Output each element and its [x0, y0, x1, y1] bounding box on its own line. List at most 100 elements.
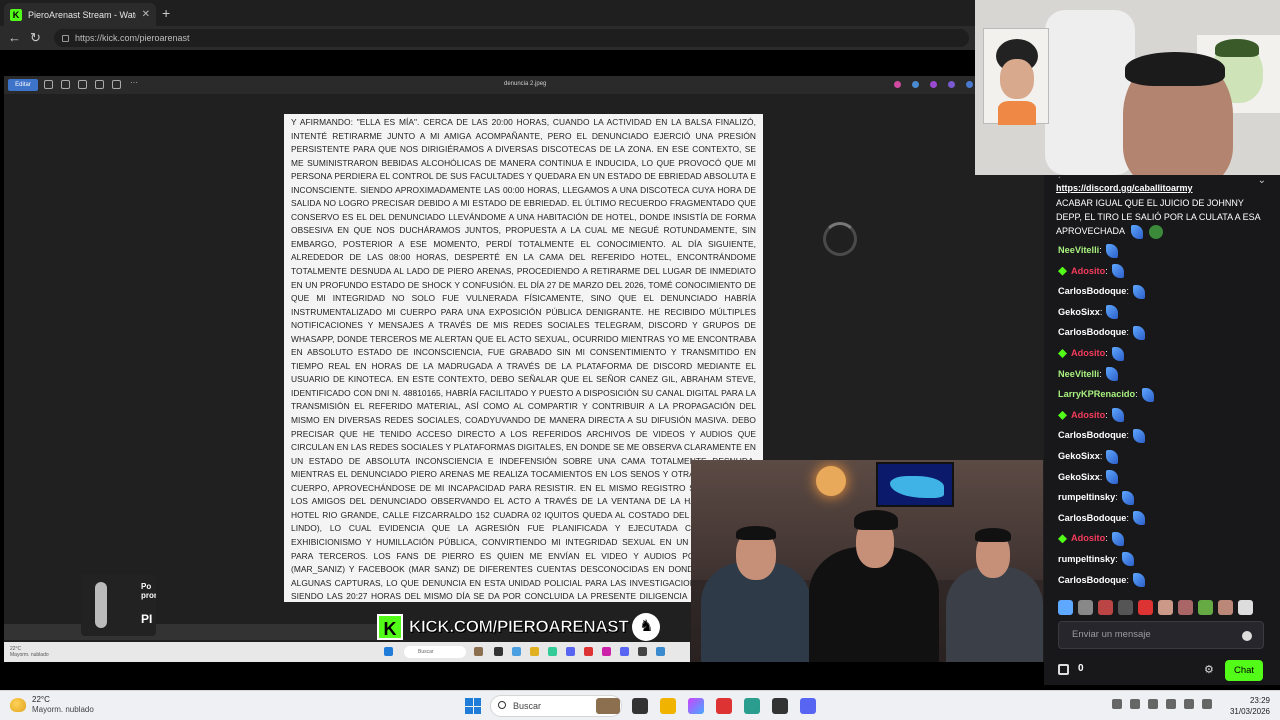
emote-icon[interactable]: [1218, 600, 1233, 615]
emoji-picker-icon[interactable]: [1242, 631, 1252, 641]
gear-icon[interactable]: ⚙: [1204, 663, 1214, 676]
emote-icon[interactable]: [1098, 600, 1113, 615]
url-field[interactable]: https://kick.com/pieroarenast: [54, 29, 969, 47]
edit-tool-icon[interactable]: [912, 81, 919, 88]
info-icon[interactable]: [112, 80, 121, 89]
emote-icon: [1132, 573, 1145, 588]
edge-icon[interactable]: [744, 698, 760, 714]
chevron-up-icon[interactable]: [1112, 699, 1122, 709]
share-icon[interactable]: [95, 80, 104, 89]
chat-username[interactable]: CarlosBodoque: [1058, 430, 1126, 440]
clock[interactable]: 23:29 31/03/2026: [1230, 695, 1270, 717]
chat-username[interactable]: LarryKPRenacido: [1058, 389, 1135, 399]
app-icon[interactable]: [772, 698, 788, 714]
rotate-icon[interactable]: [44, 80, 53, 89]
scroll-icon: [95, 582, 107, 628]
new-tab-button[interactable]: +: [162, 5, 170, 21]
emote-icon[interactable]: [1238, 600, 1253, 615]
emote-icon: [1121, 490, 1134, 505]
weather-widget[interactable]: 22°C Mayorm. nublado: [10, 695, 94, 715]
clock-time: 23:29: [1249, 696, 1270, 705]
chat-username[interactable]: GekoSixx: [1058, 451, 1100, 461]
chat-message: rumpeltinsky:: [1058, 487, 1270, 508]
emote-icon[interactable]: [1158, 600, 1173, 615]
subscriber-badge-icon: [1058, 266, 1067, 276]
stream-app-icon: [602, 647, 611, 656]
emote-icon: [1141, 387, 1154, 402]
subscriber-badge-icon: [1058, 349, 1067, 359]
chat-footer: 0 ⚙ Chat: [1058, 660, 1270, 682]
chat-message: rumpeltinsky:: [1058, 549, 1270, 570]
chat-pinned-message: Únete a mi servidor: https://discord.gg/…: [1056, 175, 1270, 239]
delete-icon[interactable]: [61, 80, 70, 89]
chat-username[interactable]: Adosito: [1071, 410, 1105, 420]
chat-username[interactable]: GekoSixx: [1058, 307, 1100, 317]
chat-username[interactable]: rumpeltinsky: [1058, 554, 1115, 564]
more-icon[interactable]: ⋯: [130, 78, 139, 87]
store-icon[interactable]: [1058, 664, 1069, 675]
discord-icon[interactable]: [800, 698, 816, 714]
emote-icon: [1106, 470, 1119, 485]
back-arrow-icon[interactable]: ←: [8, 30, 21, 45]
tray-app-icon[interactable]: [1148, 699, 1158, 709]
emote-icon[interactable]: [1078, 600, 1093, 615]
paint-icon[interactable]: [930, 81, 937, 88]
chat-username[interactable]: Adosito: [1071, 266, 1105, 276]
chat-username[interactable]: rumpeltinsky: [1058, 492, 1115, 502]
chat-colon: :: [1105, 533, 1108, 544]
chat-username[interactable]: Adosito: [1071, 348, 1105, 358]
chat-username[interactable]: NeeVitelli: [1058, 245, 1099, 255]
app-icon[interactable]: [966, 81, 973, 88]
copilot-icon[interactable]: [894, 81, 901, 88]
emote-icon[interactable]: [1118, 600, 1133, 615]
site-info-icon[interactable]: [62, 34, 69, 42]
edit-button[interactable]: Editar: [8, 79, 38, 91]
stream-weather: 22°C Mayorm. nublado: [10, 646, 49, 658]
browser-tab[interactable]: K PieroArenast Stream - Watch ✕: [4, 3, 156, 26]
chat-username[interactable]: CarlosBodoque: [1058, 286, 1126, 296]
chat-username[interactable]: Adosito: [1071, 533, 1105, 543]
emote-icon: [1106, 449, 1119, 464]
chat-username[interactable]: CarlosBodoque: [1058, 513, 1126, 523]
chat-username[interactable]: CarlosBodoque: [1058, 575, 1126, 585]
reload-icon[interactable]: ↻: [30, 30, 41, 46]
chat-message: GekoSixx:: [1058, 467, 1270, 488]
chat-username[interactable]: GekoSixx: [1058, 472, 1100, 482]
copilot-icon[interactable]: [688, 698, 704, 714]
print-icon[interactable]: [78, 80, 87, 89]
chat-colon: :: [1115, 492, 1118, 503]
send-chat-button[interactable]: Chat: [1225, 660, 1263, 681]
designer-icon[interactable]: [948, 81, 955, 88]
emote-icon[interactable]: [1178, 600, 1193, 615]
stream-weather-desc: Mayorm. nublado: [10, 652, 49, 658]
emote-icon[interactable]: [1138, 600, 1153, 615]
task-view-icon[interactable]: [632, 698, 648, 714]
tray-app-icon[interactable]: [1130, 699, 1140, 709]
subscriber-badge-icon: [1058, 410, 1067, 420]
discord-link[interactable]: https://discord.gg/caballitoarmy: [1056, 181, 1270, 195]
file-explorer-icon[interactable]: [660, 698, 676, 714]
chat-username[interactable]: NeeVitelli: [1058, 369, 1099, 379]
microphone-icon[interactable]: [1166, 699, 1176, 709]
emote-icon[interactable]: [1198, 600, 1213, 615]
emote-icon[interactable]: [1058, 600, 1073, 615]
chat-colon: :: [1105, 347, 1108, 358]
person-left-hair: [736, 526, 776, 540]
windows-taskbar: 22°C Mayorm. nublado Buscar 23:29 31/03/…: [0, 690, 1280, 720]
app-icon[interactable]: [716, 698, 732, 714]
wifi-icon[interactable]: [1184, 699, 1194, 709]
chat-message-text: ACABAR IGUAL QUE EL JUICIO DE JOHNNY DEP…: [1056, 196, 1266, 239]
chat-message-input[interactable]: Enviar un mensaje: [1058, 621, 1264, 649]
chat-colon: :: [1099, 245, 1102, 255]
chat-username[interactable]: CarlosBodoque: [1058, 327, 1126, 337]
emote-icon: [1111, 346, 1124, 361]
webcam-overlay: [691, 460, 1043, 662]
collapse-pinned-icon[interactable]: ⌄: [1258, 175, 1266, 186]
chat-message: CarlosBodoque:: [1058, 570, 1270, 591]
close-tab-icon[interactable]: ✕: [142, 9, 150, 20]
face-sticker-left: [983, 28, 1049, 125]
windows-start-icon[interactable]: [465, 698, 481, 714]
search-icon: [498, 701, 506, 709]
volume-icon[interactable]: [1202, 699, 1212, 709]
chat-message: CarlosBodoque:: [1058, 508, 1270, 529]
